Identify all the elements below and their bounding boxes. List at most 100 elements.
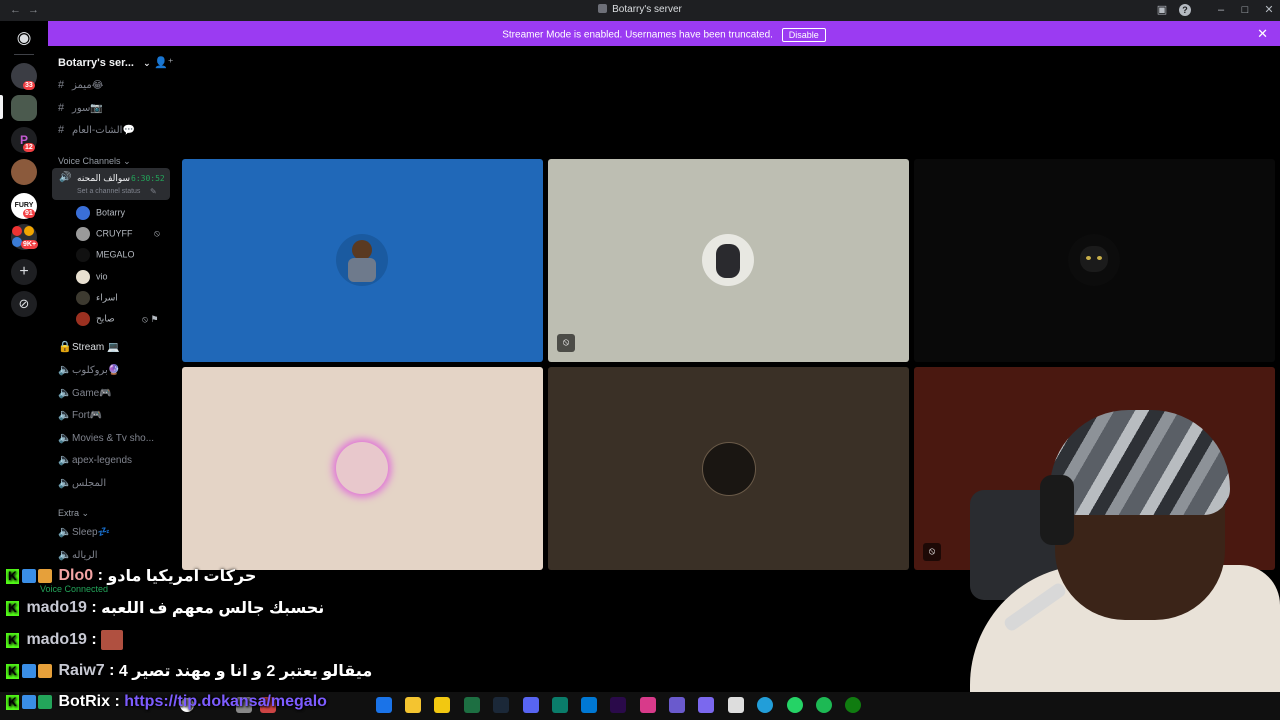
category-voice-channels[interactable]: Voice Channels ⌄ [58, 156, 131, 167]
discord-home-icon[interactable]: ◉ [11, 25, 37, 51]
disable-button[interactable]: Disable [781, 28, 826, 42]
avatar [76, 206, 90, 220]
discord-icon[interactable] [523, 697, 539, 713]
server-icon-p[interactable]: P 12 [11, 127, 37, 153]
chat-separator: : [86, 599, 102, 616]
voice-channel[interactable]: 🔈الرياله [58, 548, 98, 561]
close-window-button[interactable]: ✕ [1262, 3, 1276, 17]
invite-people-icon[interactable]: 👤⁺ [154, 56, 174, 69]
voice-timer: 6:30:52 [131, 174, 165, 183]
app-icon[interactable] [669, 697, 685, 713]
app-icon[interactable] [464, 697, 480, 713]
user-name: صابح [96, 313, 115, 324]
voice-channel[interactable]: 🔈بروكلوب🔮 [58, 363, 120, 376]
server-icon-photo[interactable] [11, 159, 37, 185]
chat-link[interactable]: https://tip.dokansa/megalo [124, 693, 327, 710]
pencil-icon[interactable]: ✎ [150, 187, 157, 196]
channel-label: Movies & Tv sho... [72, 433, 155, 444]
spotify-icon[interactable] [816, 697, 832, 713]
bandana [1050, 410, 1230, 515]
video-tile[interactable]: ⦸ [548, 159, 909, 362]
explore-icon[interactable]: ⊘ [11, 291, 37, 317]
kick-icon: K [6, 694, 19, 710]
whatsapp-icon[interactable] [787, 697, 803, 713]
voice-channel[interactable]: 🔈Fort🎮 [58, 408, 102, 421]
folder-item [12, 226, 22, 236]
channel-status[interactable]: Set a channel status [77, 188, 140, 195]
channel-label: ميمز😂 [72, 80, 104, 91]
video-tile[interactable] [182, 367, 543, 570]
voice-user[interactable]: vio [76, 270, 108, 284]
speaker-icon: 🔈 [58, 454, 72, 466]
minimize-button[interactable]: – [1214, 3, 1228, 17]
edge-icon[interactable] [552, 697, 568, 713]
file-explorer-icon[interactable] [405, 697, 421, 713]
avatar-figure [716, 244, 740, 278]
video-tile[interactable] [914, 159, 1275, 362]
voice-channel[interactable]: 🔈Sleep💤 [58, 525, 110, 538]
kick-icon: K [6, 632, 19, 648]
chat-username: Raiw7 [58, 662, 105, 679]
server-name-header[interactable]: Botarry's ser... ⌄ [58, 57, 151, 69]
app-icon[interactable] [581, 697, 597, 713]
text-channel[interactable]: # ميمز😂 [58, 79, 103, 91]
steam-icon[interactable] [493, 697, 509, 713]
channel-label: Sleep💤 [72, 527, 111, 538]
mention-badge: 91 [23, 209, 35, 218]
app-icon[interactable] [434, 697, 450, 713]
telegram-icon[interactable] [757, 697, 773, 713]
chevron-down-icon: ⌄ [81, 508, 90, 518]
server-icon-1[interactable]: 33 [11, 63, 37, 90]
voice-channel[interactable]: 🔒Stream 💻 [58, 340, 119, 353]
inbox-icon[interactable]: ▣ [1155, 3, 1169, 17]
category-label: Extra [58, 508, 80, 518]
chat-text: حركات امريكيا مادو [107, 568, 257, 585]
voice-channel[interactable]: 🔈Game🎮 [58, 386, 112, 399]
add-server-icon[interactable]: + [11, 259, 37, 285]
chat-message: K Dlo0 : حركات امريكيا مادو [6, 566, 256, 588]
chat-separator: : [104, 662, 119, 679]
mention-badge: 12 [23, 143, 35, 152]
server-icon-botarry[interactable] [11, 95, 37, 121]
voice-user[interactable]: Botarry [76, 206, 125, 220]
video-tile[interactable] [182, 159, 543, 362]
text-channel[interactable]: # الشات-العام💬 [58, 124, 135, 136]
server-icon [598, 4, 608, 13]
help-icon[interactable]: ? [1179, 4, 1191, 16]
app-icon[interactable] [376, 697, 392, 713]
kick-icon: K [6, 663, 19, 679]
server-icon-fury[interactable]: FURY 91 [11, 193, 37, 219]
channel-label: Game🎮 [72, 388, 112, 399]
voice-channel[interactable]: 🔈apex-legends [58, 453, 132, 466]
mention-badge: 9K+ [21, 240, 39, 249]
voice-channel[interactable]: 🔈Movies & Tv sho... [58, 431, 154, 444]
teams-icon[interactable] [698, 697, 714, 713]
server-folder[interactable]: 9K+ [11, 224, 39, 250]
voice-user[interactable]: اسراء [76, 291, 118, 305]
voice-user[interactable]: MEGALO [76, 248, 135, 262]
avatar [1068, 234, 1120, 286]
premiere-icon[interactable] [610, 697, 626, 713]
chrome-icon[interactable] [728, 697, 744, 713]
maximize-button[interactable]: □ [1238, 3, 1252, 17]
voice-channel[interactable]: 🔈المجلس [58, 476, 106, 489]
folder-item [24, 226, 34, 236]
close-icon[interactable]: ✕ [1257, 26, 1268, 42]
user-name: اسراء [96, 292, 118, 303]
hash-icon: # [58, 79, 65, 91]
voice-user[interactable]: CRUYFF [76, 227, 133, 241]
mic-muted-icon: ⦸ [557, 334, 575, 352]
cat-face [1080, 246, 1108, 272]
text-channel[interactable]: # سور📷 [58, 102, 103, 114]
xbox-icon[interactable] [845, 697, 861, 713]
badge-icon [22, 569, 36, 583]
app-icon[interactable] [640, 697, 656, 713]
voice-user[interactable]: صابح [76, 312, 115, 326]
chat-username: mado19 [26, 631, 87, 648]
user-name: vio [96, 271, 108, 282]
active-voice-channel[interactable]: 🔊 سوالف المحنه 6:30:52 Set a channel sta… [52, 168, 170, 200]
channel-label: Stream 💻 [72, 342, 120, 353]
category-extra[interactable]: Extra ⌄ [58, 508, 89, 519]
video-tile[interactable] [548, 367, 909, 570]
window-title-text: Botarry's server [612, 4, 682, 15]
